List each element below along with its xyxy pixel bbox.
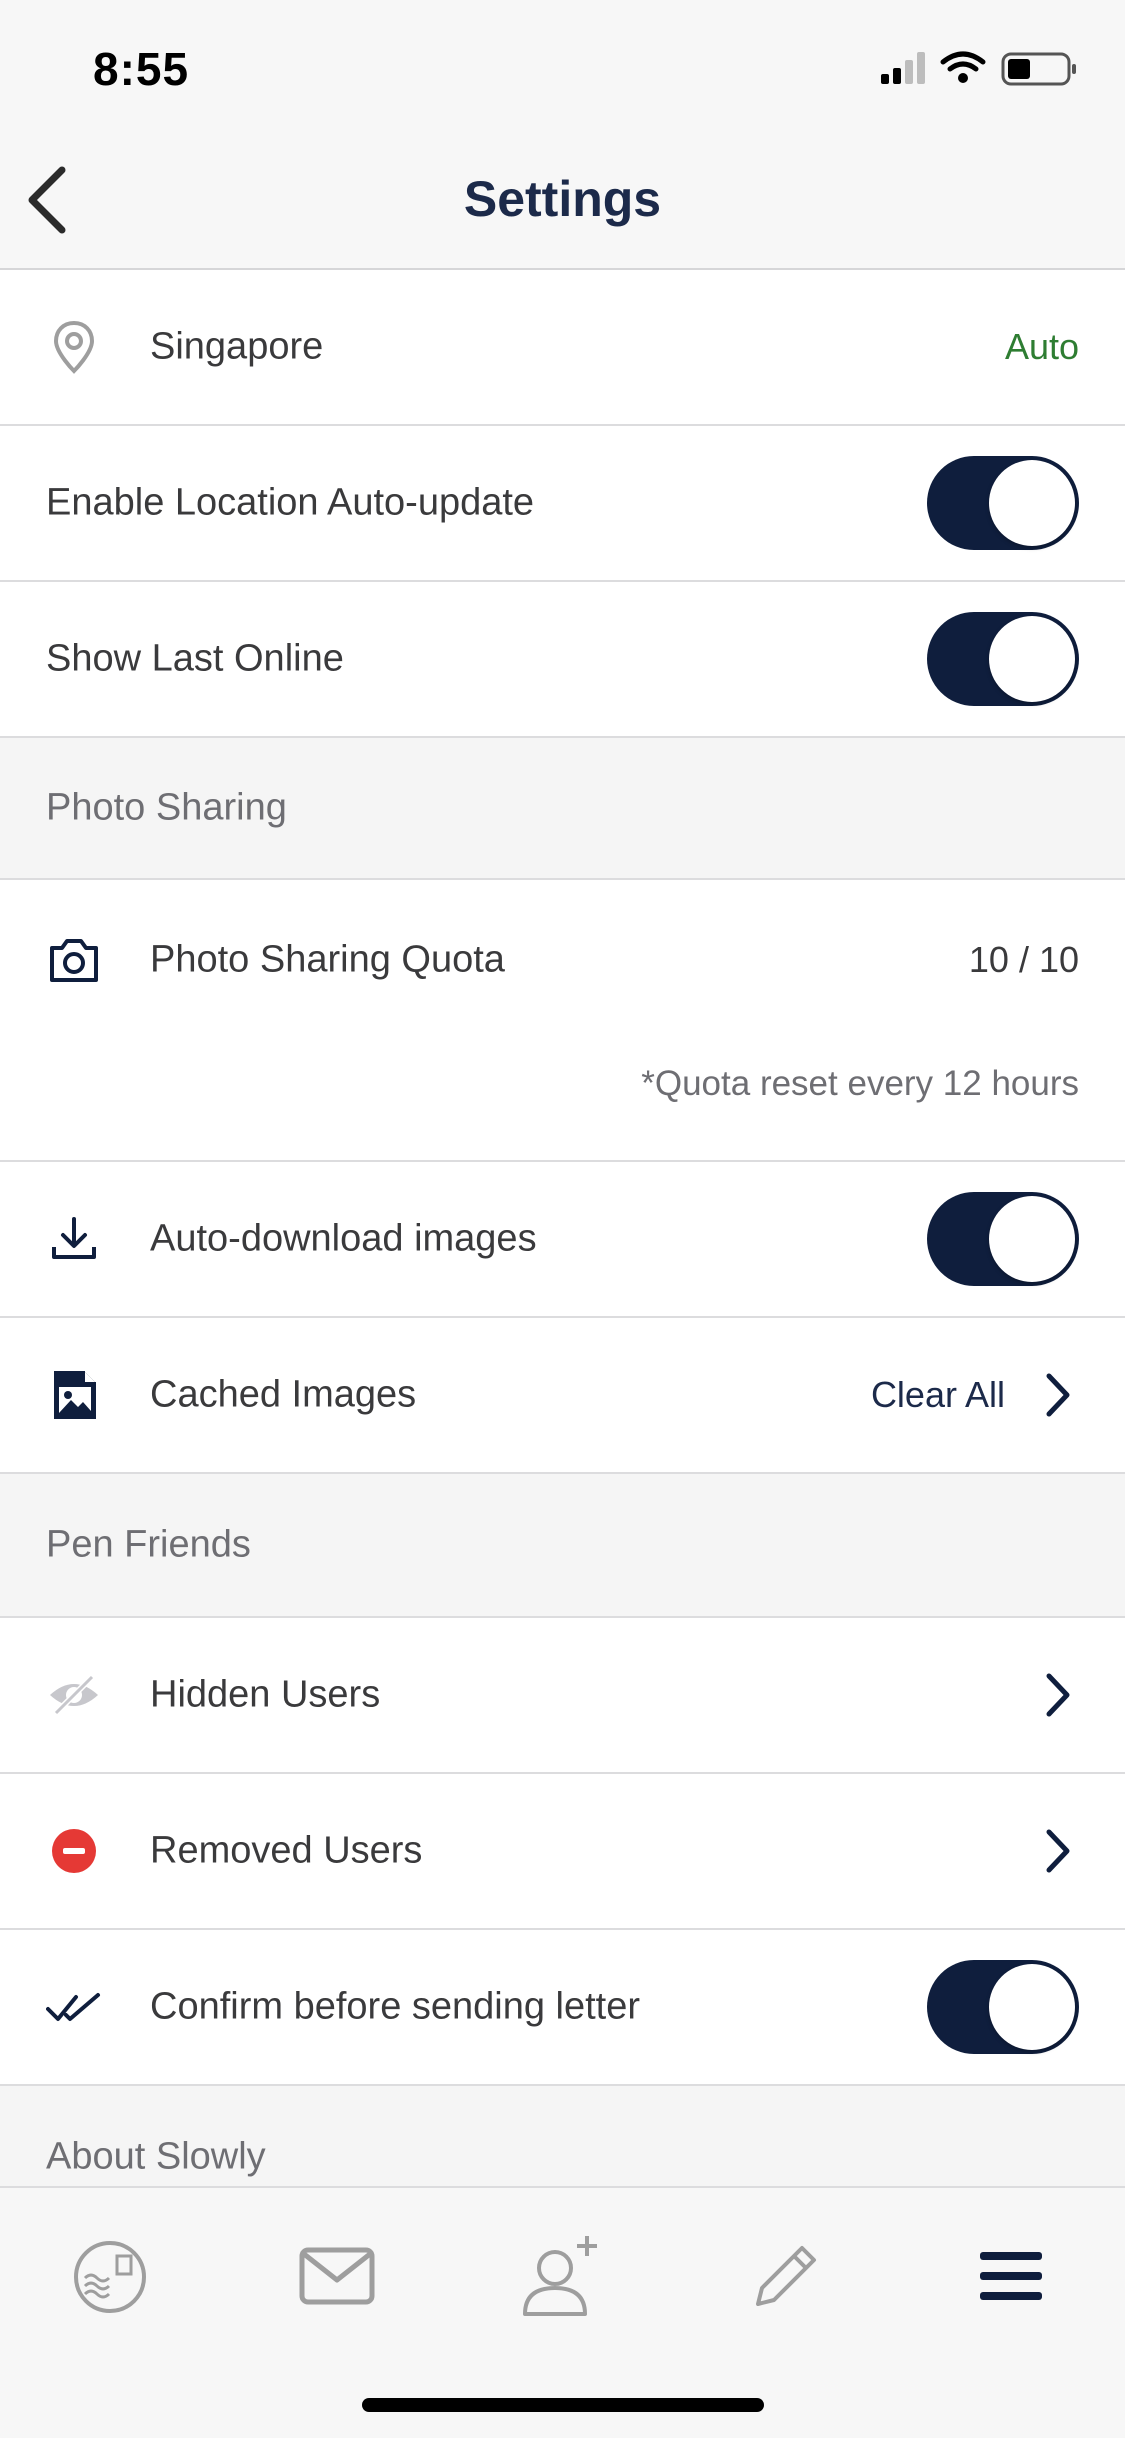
home-indicator	[362, 2398, 764, 2412]
camera-icon	[50, 939, 98, 982]
add-friend-icon[interactable]	[515, 2232, 605, 2322]
location-pin-icon	[53, 320, 95, 374]
show-last-online-label: Show Last Online	[46, 637, 344, 680]
menu-icon[interactable]	[966, 2232, 1056, 2322]
show-last-online-row: Show Last Online	[0, 582, 1125, 738]
confirm-sending-toggle[interactable]	[927, 1960, 1079, 2054]
quota-note: *Quota reset every 12 hours	[641, 1064, 1079, 1103]
eye-slash-icon	[50, 1674, 98, 1716]
removed-users-label: Removed Users	[150, 1829, 423, 1872]
auto-download-label: Auto-download images	[150, 1217, 537, 1260]
toggle-knob	[989, 616, 1075, 702]
page-title: Settings	[463, 171, 662, 227]
status-time: 8:55	[93, 43, 190, 95]
mail-icon[interactable]	[292, 2232, 382, 2322]
status-icons	[881, 48, 1081, 88]
section-header-pen-friends: Pen Friends	[0, 1474, 1125, 1618]
confirm-sending-row: Confirm before sending letter	[0, 1930, 1125, 2086]
location-label: Singapore	[150, 325, 324, 368]
location-auto-update-row: Enable Location Auto-update	[0, 426, 1125, 582]
auto-download-row: Auto-download images	[0, 1162, 1125, 1318]
chevron-right-icon	[1046, 1829, 1070, 1873]
location-auto-update-label: Enable Location Auto-update	[46, 481, 535, 524]
confirm-sending-label: Confirm before sending letter	[150, 1985, 641, 2028]
section-title: About Slowly	[46, 2135, 266, 2178]
chevron-right-icon	[1046, 1673, 1070, 1717]
status-bar: 8:55	[0, 0, 1125, 132]
location-mode: Auto	[1004, 326, 1079, 367]
section-title: Photo Sharing	[46, 786, 287, 829]
section-title: Pen Friends	[46, 1523, 251, 1566]
auto-download-toggle[interactable]	[927, 1192, 1079, 1286]
hidden-users-row[interactable]: Hidden Users	[0, 1618, 1125, 1774]
removed-users-row[interactable]: Removed Users	[0, 1774, 1125, 1930]
toggle-knob	[989, 1196, 1075, 1282]
show-last-online-toggle[interactable]	[927, 612, 1079, 706]
chevron-right-icon	[1046, 1373, 1070, 1417]
photo-quota-value: 10 / 10	[968, 939, 1079, 980]
hidden-users-label: Hidden Users	[150, 1673, 381, 1716]
photo-quota-label: Photo Sharing Quota	[150, 938, 505, 981]
toggle-knob	[989, 460, 1075, 546]
nav-bar: Settings	[0, 132, 1125, 270]
location-auto-update-toggle[interactable]	[927, 456, 1079, 550]
stamp-icon[interactable]	[65, 2232, 155, 2322]
double-check-icon	[46, 1993, 100, 2021]
download-icon	[52, 1217, 96, 1259]
photo-sharing-quota-row: Photo Sharing Quota 10 / 10 *Quota reset…	[0, 880, 1125, 1162]
section-header-photo-sharing: Photo Sharing	[0, 738, 1125, 880]
cached-images-label: Cached Images	[150, 1373, 417, 1416]
pencil-icon[interactable]	[740, 2232, 830, 2322]
minus-circle-icon	[52, 1829, 96, 1873]
cached-images-row[interactable]: Cached Images Clear All	[0, 1318, 1125, 1474]
location-row[interactable]: Singapore Auto	[0, 270, 1125, 426]
status-indicators-icon	[881, 51, 1076, 86]
toggle-knob	[989, 1964, 1075, 2050]
image-file-icon	[54, 1371, 96, 1419]
clear-all-button[interactable]: Clear All	[871, 1374, 1005, 1416]
